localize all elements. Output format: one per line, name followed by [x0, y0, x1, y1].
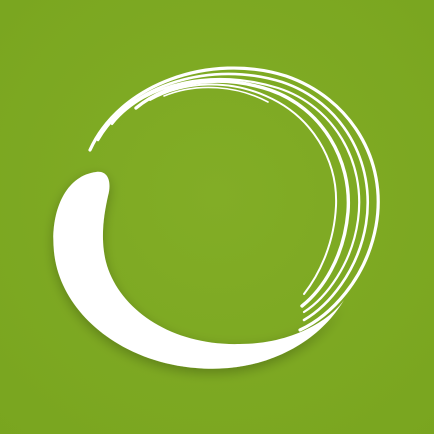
app-icon — [0, 0, 434, 434]
enso-circle-icon — [0, 0, 434, 434]
